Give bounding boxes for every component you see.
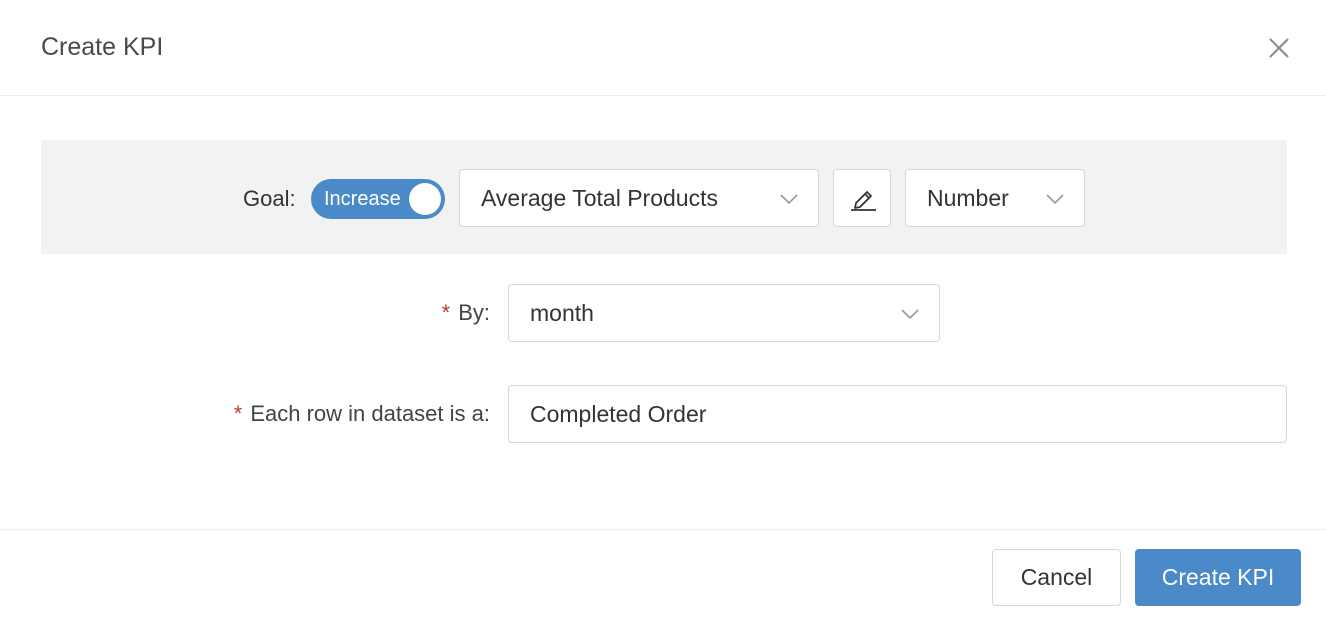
dialog-title: Create KPI xyxy=(41,33,164,61)
goal-label: Goal: xyxy=(243,186,296,211)
chevron-down-icon xyxy=(1046,194,1064,205)
close-icon[interactable] xyxy=(1264,33,1294,63)
dialog-header: Create KPI xyxy=(0,0,1326,96)
required-mark: * xyxy=(441,300,451,325)
row-type-label-text: Each row in dataset is a: xyxy=(250,401,490,426)
chevron-down-icon xyxy=(901,309,919,320)
by-label-text: By: xyxy=(458,300,490,325)
toggle-label: Increase xyxy=(324,188,401,210)
cancel-button[interactable]: Cancel xyxy=(992,549,1121,606)
edit-metric-button[interactable] xyxy=(833,169,891,227)
dialog-footer xyxy=(0,529,1326,619)
by-select[interactable]: month xyxy=(508,284,940,342)
goal-direction-toggle[interactable]: Increase xyxy=(311,179,445,219)
edit-pencil-icon xyxy=(851,191,876,211)
toggle-knob xyxy=(409,183,441,215)
required-mark: * xyxy=(233,401,243,426)
by-select-value: month xyxy=(530,300,594,326)
format-select-value: Number xyxy=(927,185,1009,211)
by-label: * By: xyxy=(300,299,490,327)
row-type-input[interactable] xyxy=(508,385,1287,443)
row-type-label: * Each row in dataset is a: xyxy=(150,400,490,428)
metric-select-value: Average Total Products xyxy=(481,185,718,211)
chevron-down-icon xyxy=(780,194,798,205)
create-kpi-button[interactable]: Create KPI xyxy=(1135,549,1301,606)
metric-select[interactable]: Average Total Products xyxy=(459,169,819,227)
format-select[interactable]: Number xyxy=(905,169,1085,227)
